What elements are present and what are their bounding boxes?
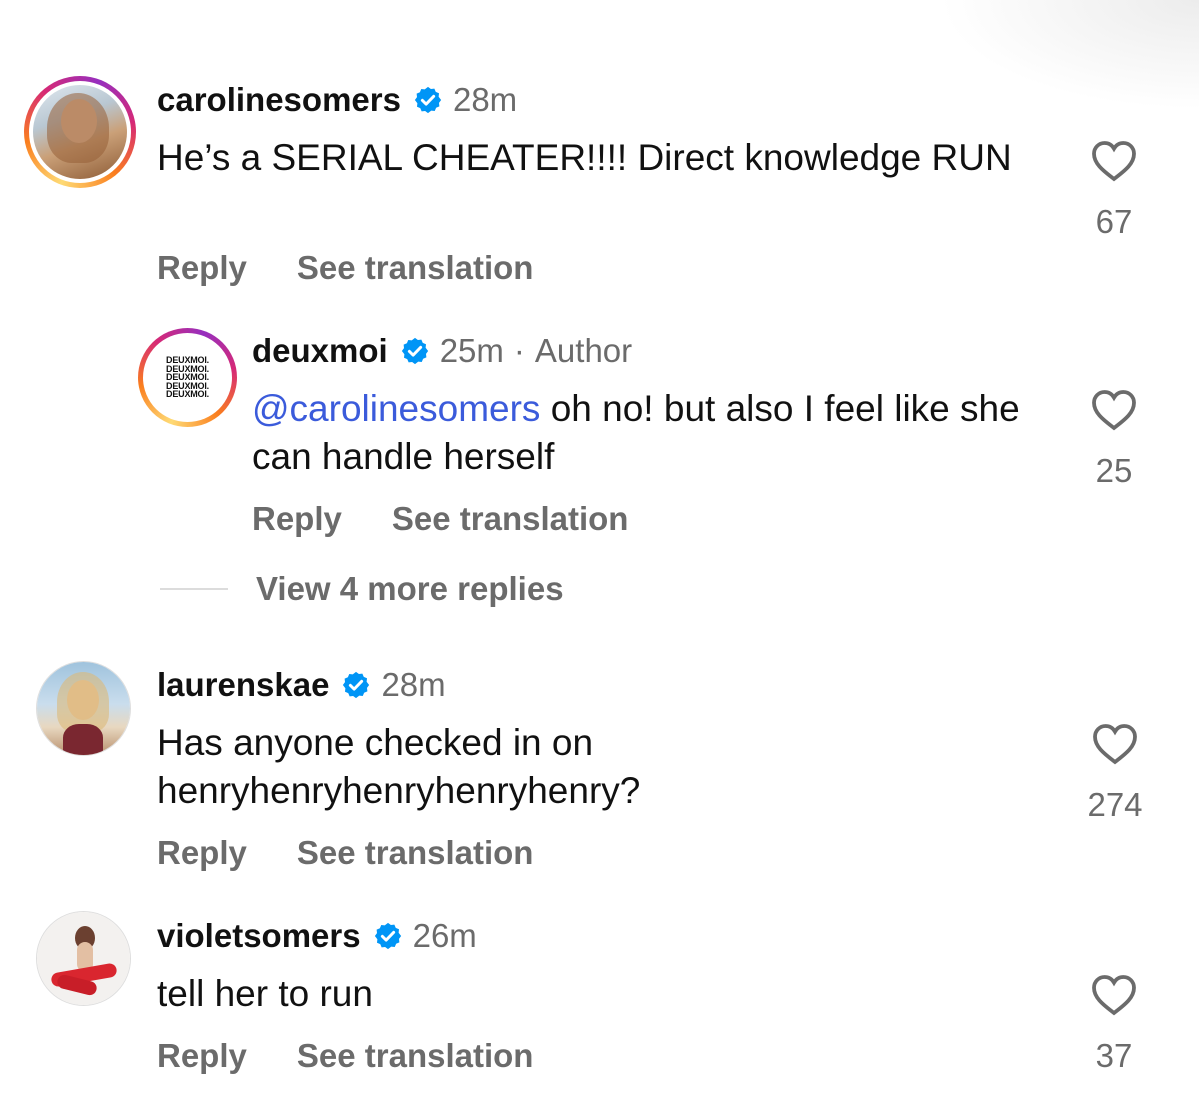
like-count: 67: [1095, 203, 1133, 240]
username[interactable]: deuxmoi: [252, 331, 388, 371]
timestamp: 26m: [412, 917, 477, 954]
heart-icon[interactable]: [1089, 138, 1139, 182]
avatar[interactable]: DEUXMOI. DEUXMOI. DEUXMOI. DEUXMOI. DEUX…: [138, 328, 237, 427]
see-translation-button[interactable]: See translation: [392, 500, 629, 537]
reply-button[interactable]: Reply: [157, 1037, 247, 1074]
verified-badge-icon: [401, 337, 428, 365]
divider-line: [160, 588, 228, 590]
like-count: 274: [1087, 786, 1143, 823]
separator-dot: ·: [513, 332, 525, 369]
author-badge: Author: [534, 332, 633, 369]
reply-button[interactable]: Reply: [157, 249, 247, 286]
like-count: 25: [1095, 452, 1133, 489]
mention-link[interactable]: @carolinesomers: [252, 388, 540, 429]
comment-text: He’s a SERIAL CHEATER!!!! Direct knowled…: [157, 137, 1012, 178]
heart-icon[interactable]: [1089, 972, 1139, 1016]
username[interactable]: laurenskae: [157, 665, 329, 705]
reply-button[interactable]: Reply: [252, 500, 342, 537]
username[interactable]: violetsomers: [157, 916, 361, 956]
like-count: 37: [1095, 1037, 1133, 1074]
avatar[interactable]: [24, 76, 136, 188]
avatar[interactable]: [36, 661, 131, 756]
see-translation-button[interactable]: See translation: [297, 834, 534, 871]
deuxmoi-logo: DEUXMOI. DEUXMOI. DEUXMOI. DEUXMOI. DEUX…: [146, 336, 229, 419]
comment-text: Has anyone checked in on henryhenryhenry…: [157, 722, 641, 811]
username[interactable]: carolinesomers: [157, 80, 401, 120]
comment-text: @carolinesomers oh no! but also I feel l…: [252, 388, 1020, 477]
avatar[interactable]: [36, 911, 131, 1006]
timestamp: 25m: [439, 332, 504, 369]
heart-icon[interactable]: [1089, 387, 1139, 431]
reply-button[interactable]: Reply: [157, 834, 247, 871]
verified-badge-icon: [343, 671, 370, 699]
view-more-replies-button[interactable]: View 4 more replies: [160, 570, 564, 608]
verified-badge-icon: [374, 922, 401, 950]
timestamp: 28m: [452, 81, 518, 118]
see-translation-button[interactable]: See translation: [297, 1037, 534, 1074]
verified-badge-icon: [414, 86, 442, 114]
timestamp: 28m: [381, 666, 446, 703]
corner-shading: [939, 0, 1199, 110]
see-translation-button[interactable]: See translation: [297, 249, 534, 286]
heart-icon[interactable]: [1090, 721, 1140, 765]
view-more-replies-label: View 4 more replies: [256, 570, 564, 607]
comment-text: tell her to run: [157, 973, 373, 1014]
